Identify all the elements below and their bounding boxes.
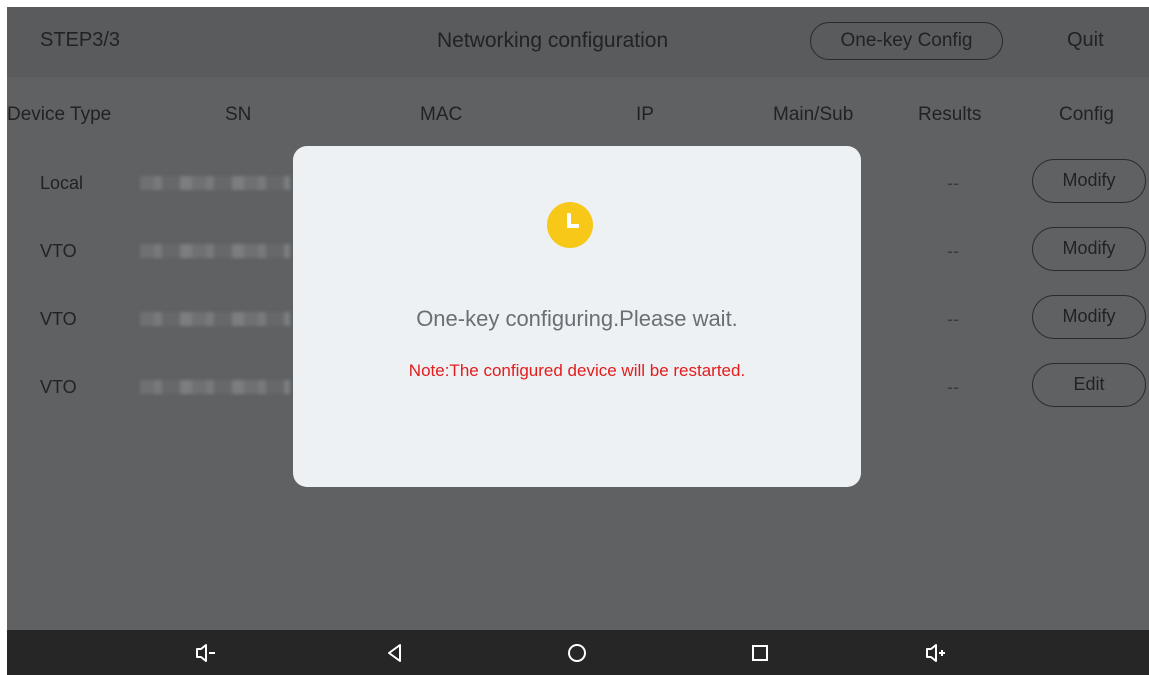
sn-redacted	[140, 244, 290, 258]
column-device-type: Device Type	[7, 104, 112, 125]
dialog-note: Note:The configured device will be resta…	[408, 361, 746, 380]
back-icon[interactable]	[382, 640, 408, 666]
device-type-cell: VTO	[40, 309, 77, 329]
clock-icon	[547, 202, 593, 248]
device-type-cell: VTO	[40, 241, 77, 261]
home-icon[interactable]	[564, 640, 590, 666]
column-results: Results	[918, 104, 982, 125]
top-bar: STEP3/3 Networking configuration One-key…	[7, 7, 1149, 77]
modify-button[interactable]: Modify	[1032, 159, 1146, 203]
edit-button[interactable]: Edit	[1032, 363, 1146, 407]
table-header: Device Type SN MAC IP Main/Sub Results C…	[7, 77, 1149, 147]
device-type-cell: Local	[40, 173, 84, 193]
column-mac: MAC	[420, 104, 463, 125]
dialog-message: One-key configuring.Please wait.	[416, 306, 738, 331]
result-cell: --	[947, 377, 959, 397]
column-config: Config	[1059, 104, 1114, 125]
progress-dialog: One-key configuring.Please wait. Note:Th…	[293, 146, 861, 487]
quit-button[interactable]: Quit	[1067, 29, 1104, 52]
app-screen: STEP3/3 Networking configuration One-key…	[7, 7, 1149, 675]
volume-up-icon[interactable]	[923, 640, 949, 666]
volume-down-icon[interactable]	[193, 640, 219, 666]
page-title: Networking configuration	[437, 29, 669, 52]
column-main-sub: Main/Sub	[773, 104, 854, 125]
column-sn: SN	[225, 104, 252, 125]
result-cell: --	[947, 309, 959, 329]
result-cell: --	[947, 241, 959, 261]
step-indicator: STEP3/3	[40, 29, 121, 51]
result-cell: --	[947, 173, 959, 193]
one-key-config-button[interactable]: One-key Config	[810, 22, 1003, 60]
modify-button[interactable]: Modify	[1032, 227, 1146, 271]
column-ip: IP	[636, 104, 654, 125]
device-type-cell: VTO	[40, 377, 77, 397]
modify-button[interactable]: Modify	[1032, 295, 1146, 339]
recents-icon[interactable]	[747, 640, 773, 666]
sn-redacted	[140, 176, 290, 190]
system-nav-bar	[7, 630, 1149, 675]
sn-redacted	[140, 312, 290, 326]
sn-redacted	[140, 380, 290, 394]
